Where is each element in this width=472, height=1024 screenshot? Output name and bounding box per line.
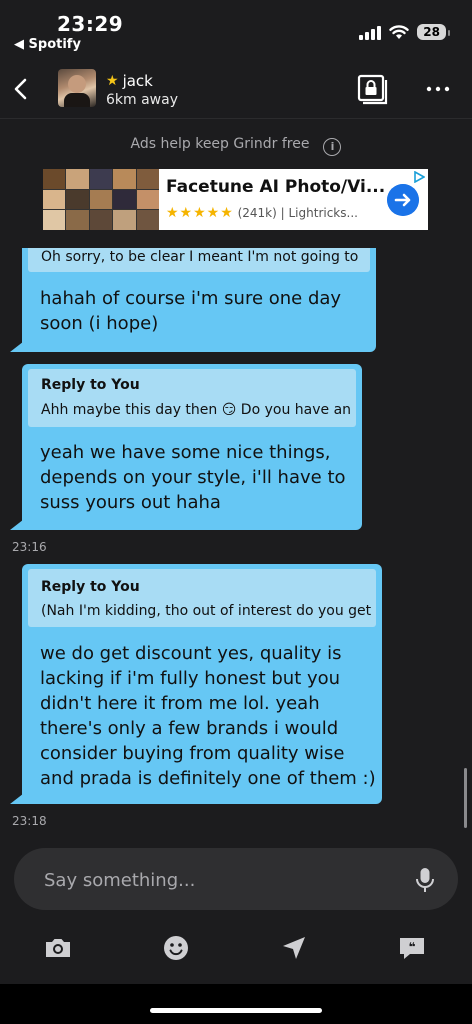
- rating-stars-icon: ★★★★★: [166, 205, 234, 221]
- saved-phrases-icon[interactable]: ❝: [396, 932, 428, 964]
- chat-header: ★ jack 6km away: [0, 60, 472, 119]
- profile-distance: 6km away: [106, 92, 178, 108]
- reply-preview-text: Oh sorry, to be clear I meant I'm not go…: [41, 249, 363, 265]
- ad-title: Facetune AI Photo/Vi...: [166, 177, 386, 197]
- reply-preview-header: Reply to You: [41, 377, 140, 393]
- location-icon[interactable]: [278, 932, 310, 964]
- reply-preview-text: Ahh maybe this day then 😏 Do you have an…: [41, 402, 351, 418]
- message-bubble[interactable]: Reply to You (Nah I'm kidding, tho out o…: [10, 564, 382, 804]
- bubble-tail: [10, 790, 28, 804]
- profile-name: jack: [122, 72, 153, 90]
- message-text: yeah we have some nice things, depends o…: [40, 440, 346, 515]
- message-bubble[interactable]: Oh sorry, to be clear I meant I'm not go…: [10, 248, 376, 352]
- message-timestamp: 23:16: [12, 540, 47, 554]
- bubble-tail: [10, 338, 28, 352]
- message-bubble[interactable]: Reply to You Ahh maybe this day then 😏 D…: [10, 364, 362, 530]
- home-indicator-area: [0, 984, 472, 1024]
- reply-preview[interactable]: Reply to You Ahh maybe this day then 😏 D…: [28, 369, 356, 427]
- message-line: consider buying from quality wise: [40, 743, 345, 764]
- message-line: lacking if i'm fully honest but you: [40, 668, 341, 689]
- emoji-icon[interactable]: [160, 932, 192, 964]
- message-line: soon (i hope): [40, 313, 159, 334]
- back-to-app-link[interactable]: ◀ Spotify: [14, 37, 81, 52]
- message-line: depends on your style, i'll have to: [40, 467, 346, 488]
- scrollbar[interactable]: [464, 768, 467, 828]
- camera-icon[interactable]: [42, 932, 74, 964]
- adchoices-icon[interactable]: [413, 171, 425, 183]
- wifi-icon: [389, 24, 409, 39]
- message-line: yeah we have some nice things,: [40, 442, 331, 463]
- status-time: 23:29: [57, 12, 124, 36]
- message-text: we do get discount yes, quality is lacki…: [40, 641, 376, 791]
- message-line: suss yours out haha: [40, 492, 221, 513]
- message-line: didn't here it from me lol. yeah: [40, 693, 320, 714]
- microphone-icon[interactable]: [412, 866, 438, 894]
- star-icon: ★: [106, 73, 119, 89]
- reply-preview-text-b: Do you have an...: [240, 402, 351, 418]
- reply-preview[interactable]: Oh sorry, to be clear I meant I'm not go…: [28, 248, 370, 272]
- ads-note: Ads help keep Grindr free i: [0, 136, 472, 156]
- ad-thumbnail: [43, 169, 159, 230]
- message-line: and prada is definitely one of them :): [40, 768, 376, 789]
- ad-publisher: | Lightricks...: [280, 206, 358, 220]
- reply-preview-text-a: Ahh maybe this day then: [41, 402, 218, 418]
- ads-note-text: Ads help keep Grindr free: [130, 136, 310, 152]
- back-chevron-icon[interactable]: [8, 74, 36, 104]
- reply-preview[interactable]: Reply to You (Nah I'm kidding, tho out o…: [28, 569, 376, 627]
- profile-name-row[interactable]: ★ jack: [106, 72, 153, 90]
- message-text: hahah of course i'm sure one day soon (i…: [40, 286, 341, 336]
- smirk-emoji: 😏: [221, 402, 237, 418]
- arrow-right-icon[interactable]: [387, 184, 419, 216]
- reply-preview-header: Reply to You: [41, 579, 140, 595]
- home-indicator[interactable]: [150, 1008, 322, 1013]
- battery-indicator: 28: [417, 24, 450, 40]
- ad-banner[interactable]: Facetune AI Photo/Vi... ★★★★★ (241k) | L…: [43, 169, 428, 230]
- profile-avatar[interactable]: [58, 69, 96, 107]
- svg-text:❝: ❝: [408, 940, 415, 954]
- info-icon[interactable]: i: [323, 138, 342, 156]
- message-line: there's only a few brands i would: [40, 718, 339, 739]
- cellular-signal-icon: [359, 24, 382, 40]
- more-dots-icon[interactable]: [424, 78, 452, 100]
- message-list[interactable]: Oh sorry, to be clear I meant I'm not go…: [0, 248, 472, 836]
- message-input[interactable]: [42, 866, 386, 894]
- message-line: hahah of course i'm sure one day: [40, 288, 342, 309]
- ad-rating-count: (241k): [237, 206, 277, 220]
- bubble-tail: [10, 516, 28, 530]
- message-timestamp: 23:18: [12, 814, 47, 828]
- album-lock-icon[interactable]: [357, 74, 389, 106]
- status-icons: 28: [359, 24, 450, 40]
- ad-rating: ★★★★★ (241k) | Lightricks...: [166, 205, 358, 221]
- message-composer[interactable]: [14, 848, 458, 910]
- reply-preview-text: (Nah I'm kidding, tho out of interest do…: [41, 603, 371, 619]
- message-line: we do get discount yes, quality is: [40, 643, 342, 664]
